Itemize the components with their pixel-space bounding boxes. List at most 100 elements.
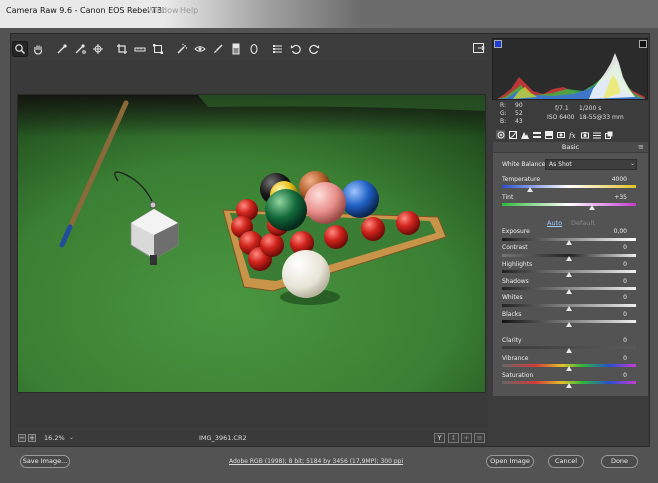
- effects-tab-icon[interactable]: fx: [568, 130, 577, 139]
- swap-view-button[interactable]: ↕: [448, 433, 459, 443]
- r-label: R:: [500, 102, 507, 109]
- window-title: Camera Raw 9.6 - Canon EOS Rebel T3i: [6, 6, 165, 15]
- blacks-label: Blacks: [502, 311, 522, 318]
- auto-link[interactable]: Auto: [547, 219, 562, 227]
- whites-label: Whites: [502, 294, 523, 301]
- highlights-thumb[interactable]: [566, 272, 572, 277]
- preview-status-bar: [12, 430, 488, 445]
- color-sampler-tool-icon[interactable]: [72, 41, 88, 57]
- cancel-button[interactable]: Cancel: [548, 455, 584, 468]
- blacks-value[interactable]: 0: [597, 311, 627, 318]
- transform-tool-icon[interactable]: [150, 41, 166, 57]
- workflow-options-link[interactable]: Adobe RGB (1998); 8 bit; 5184 by 3456 (1…: [229, 458, 403, 465]
- preferences-icon[interactable]: [270, 41, 286, 57]
- presets-tab-icon[interactable]: [592, 130, 601, 139]
- white-balance-select[interactable]: As Shot: [545, 159, 637, 170]
- contrast-thumb[interactable]: [566, 256, 572, 261]
- lens: 18-55@33 mm: [579, 114, 624, 121]
- radial-filter-tool-icon[interactable]: [246, 41, 262, 57]
- graduated-filter-tool-icon[interactable]: [228, 41, 244, 57]
- whites-value[interactable]: 0: [597, 294, 627, 301]
- g-value: 52: [515, 110, 523, 117]
- shadows-value[interactable]: 0: [597, 278, 627, 285]
- b-label: B:: [500, 118, 507, 125]
- exposure-value[interactable]: 0,00: [597, 228, 627, 235]
- tint-thumb[interactable]: [589, 205, 595, 210]
- crop-tool-icon[interactable]: [114, 41, 130, 57]
- saturation-thumb[interactable]: [566, 383, 572, 388]
- highlight-clipping-warning[interactable]: [639, 40, 647, 48]
- targeted-adjustment-tool-icon[interactable]: [90, 41, 106, 57]
- shutter-speed: 1/200 s: [579, 105, 602, 112]
- hsl-tab-icon[interactable]: [532, 130, 541, 139]
- detail-tab-icon[interactable]: [520, 130, 529, 139]
- iso: ISO 6400: [547, 114, 575, 121]
- histogram: [492, 38, 648, 100]
- zoom-tool-icon[interactable]: [12, 41, 28, 57]
- shadows-thumb[interactable]: [566, 289, 572, 294]
- chevron-down-icon: ⌄: [630, 160, 636, 167]
- save-image-button[interactable]: Save Image...: [20, 455, 70, 468]
- before-after-toggle[interactable]: Y: [434, 433, 445, 443]
- svg-text:fx: fx: [569, 132, 576, 139]
- temperature-label: Temperature: [502, 176, 541, 183]
- whites-thumb[interactable]: [566, 306, 572, 311]
- temperature-value[interactable]: 4000: [597, 176, 627, 183]
- chevron-down-icon[interactable]: ⌄: [69, 434, 74, 441]
- tint-slider[interactable]: [502, 203, 636, 206]
- highlights-label: Highlights: [502, 261, 533, 268]
- temperature-slider[interactable]: [502, 185, 636, 188]
- panel-title: Basic: [493, 142, 648, 152]
- shadows-label: Shadows: [502, 278, 529, 285]
- rotate-right-icon[interactable]: [306, 41, 322, 57]
- zoom-level[interactable]: 16.2%: [44, 434, 65, 442]
- menu-help[interactable]: Help: [180, 6, 198, 15]
- adjustment-brush-tool-icon[interactable]: [210, 41, 226, 57]
- snapshots-tab-icon[interactable]: [604, 130, 613, 139]
- lens-corrections-tab-icon[interactable]: [556, 130, 565, 139]
- spot-removal-tool-icon[interactable]: [174, 41, 190, 57]
- panel-scrollbar[interactable]: [648, 142, 649, 396]
- tint-label: Tint: [502, 194, 514, 201]
- b-value: 43: [515, 118, 523, 125]
- open-image-button[interactable]: Open Image: [486, 455, 534, 468]
- split-toning-tab-icon[interactable]: [544, 130, 553, 139]
- camera-calibration-tab-icon[interactable]: [580, 130, 589, 139]
- done-button[interactable]: Done: [601, 455, 638, 468]
- blacks-thumb[interactable]: [566, 322, 572, 327]
- red-eye-tool-icon[interactable]: [192, 41, 208, 57]
- straighten-tool-icon[interactable]: [132, 41, 148, 57]
- saturation-label: Saturation: [502, 372, 534, 379]
- white-balance-tool-icon[interactable]: [54, 41, 70, 57]
- zoom-out-button[interactable]: −: [18, 434, 26, 442]
- image-preview[interactable]: [17, 94, 486, 393]
- temperature-thumb[interactable]: [527, 187, 533, 192]
- clarity-thumb[interactable]: [566, 348, 572, 353]
- clarity-value[interactable]: 0: [597, 337, 627, 344]
- contrast-value[interactable]: 0: [597, 244, 627, 251]
- basic-tab-icon[interactable]: [496, 130, 505, 139]
- preview-settings-button[interactable]: ≡: [474, 433, 485, 443]
- hand-tool-icon[interactable]: [30, 41, 46, 57]
- tint-value[interactable]: +35: [597, 194, 627, 201]
- menu-window[interactable]: Window: [147, 6, 179, 15]
- rotate-left-icon[interactable]: [288, 41, 304, 57]
- panel-menu-icon[interactable]: ≡: [638, 143, 644, 151]
- copy-settings-button[interactable]: +: [461, 433, 472, 443]
- tone-curve-tab-icon[interactable]: [508, 130, 517, 139]
- zoom-in-button[interactable]: +: [28, 434, 36, 442]
- saturation-value[interactable]: 0: [597, 372, 627, 379]
- highlights-value[interactable]: 0: [597, 261, 627, 268]
- exposure-label: Exposure: [502, 228, 530, 235]
- r-value: 90: [515, 102, 523, 109]
- vibrance-thumb[interactable]: [566, 366, 572, 371]
- clarity-label: Clarity: [502, 337, 522, 344]
- shadow-clipping-warning[interactable]: [494, 40, 502, 48]
- g-label: G:: [500, 110, 507, 117]
- exposure-thumb[interactable]: [566, 240, 572, 245]
- toolbar: [12, 39, 488, 59]
- default-link[interactable]: Default: [571, 219, 595, 227]
- file-name: IMG_3961.CR2: [199, 434, 247, 442]
- toggle-fullscreen-icon[interactable]: [472, 41, 486, 55]
- vibrance-value[interactable]: 0: [597, 355, 627, 362]
